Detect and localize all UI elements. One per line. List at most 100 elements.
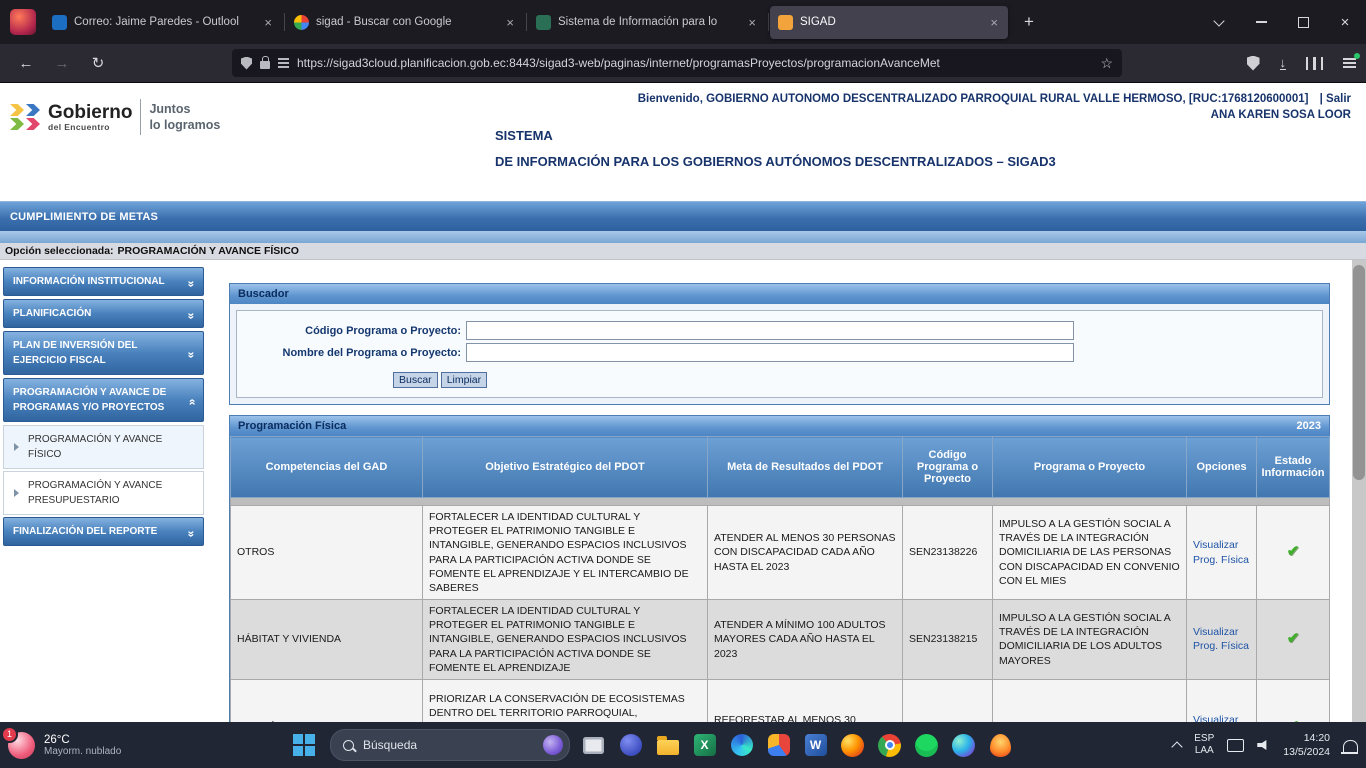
notification-badge: 1 (1, 726, 18, 743)
window-app-icon (583, 737, 604, 754)
tab-close-icon[interactable] (746, 15, 758, 30)
taskbar-app-spotify[interactable] (913, 732, 940, 759)
limpiar-button[interactable]: Limpiar (441, 372, 487, 388)
language-indicator[interactable]: ESP LAA (1194, 733, 1214, 758)
browser-toolbar: https://sigad3cloud.planificacion.gob.ec… (0, 44, 1366, 83)
taskbar-app-firefox[interactable] (839, 732, 866, 759)
sidebar-item-finalizacion-reporte[interactable]: FINALIZACIÓN DEL REPORTE (3, 517, 204, 546)
outlook-favicon (52, 15, 67, 30)
taskbar-app-word[interactable]: W (802, 732, 829, 759)
check-icon: ✔ (1287, 543, 1300, 560)
close-window-button[interactable] (1324, 0, 1366, 44)
weather-widget[interactable]: 1 26°C Mayorm. nublado (8, 722, 121, 768)
taskbar-app-colorful[interactable] (950, 732, 977, 759)
triangle-bullet-icon (14, 489, 19, 497)
welcome-block: Bienvenido, GOBIERNO AUTONOMO DESCENTRAL… (638, 93, 1351, 121)
taskbar-app-red[interactable] (765, 732, 792, 759)
chevron-down-icon (1213, 15, 1224, 26)
bookmark-star-icon[interactable] (1100, 55, 1113, 72)
forward-button[interactable] (48, 49, 76, 77)
notifications-bell-icon[interactable] (1343, 740, 1358, 753)
new-tab-button[interactable] (1015, 8, 1043, 36)
cell-programa: VALLE HERMOSO VERDE Y LIMPIO (993, 679, 1187, 722)
clock[interactable]: 14:20 13/5/2024 (1283, 731, 1330, 759)
browser-tab-google[interactable]: sigad - Buscar con Google (286, 6, 524, 39)
cell-opciones: Visualizar Prog. Física (1187, 506, 1257, 600)
privacy-extension-icon[interactable] (1247, 56, 1260, 71)
cell-estado: ✔ (1257, 600, 1330, 680)
page-scrollbar[interactable] (1352, 260, 1366, 722)
reload-button[interactable] (84, 49, 112, 77)
sidebar-item-planificacion[interactable]: PLANIFICACIÓN (3, 299, 204, 328)
sidebar-subitem-avance-fisico[interactable]: PROGRAMACIÓN Y AVANCE FÍSICO (3, 425, 204, 469)
google-favicon (294, 15, 309, 30)
table-spacer-row (231, 498, 1330, 506)
taskbar-center: Búsqueda X W (288, 722, 1014, 768)
url-bar[interactable]: https://sigad3cloud.planificacion.gob.ec… (232, 49, 1122, 77)
lock-icon[interactable] (260, 61, 270, 69)
start-button[interactable] (288, 729, 320, 761)
logout-link[interactable]: | Salir (1320, 93, 1351, 105)
list-all-tabs-button[interactable] (1198, 0, 1240, 44)
taskbar-search[interactable]: Búsqueda (330, 729, 570, 761)
taskbar-app-edge[interactable] (728, 732, 755, 759)
speaker-icon[interactable] (1257, 739, 1270, 751)
buscador-panel: Buscador Código Programa o Proyecto: Nom… (229, 283, 1330, 405)
sidebar-item-plan-inversion[interactable]: PLAN DE INVERSIÓN DEL EJERCICIO FISCAL (3, 331, 204, 375)
display-icon[interactable] (1227, 739, 1244, 752)
firefox-icon (841, 734, 864, 757)
tab-close-icon[interactable] (504, 15, 516, 30)
breadcrumb-value: PROGRAMACIÓN Y AVANCE FÍSICO (118, 245, 299, 257)
cell-programa: IMPULSO A LA GESTIÓN SOCIAL A TRAVÉS DE … (993, 506, 1187, 600)
buscar-button[interactable]: Buscar (393, 372, 438, 388)
tab-close-icon[interactable] (262, 15, 274, 30)
col-codigo: Código Programa o Proyecto (903, 437, 993, 498)
tray-chevron-up-icon[interactable] (1172, 741, 1183, 752)
toolbar-right-icons (1247, 44, 1357, 82)
buscador-title: Buscador (238, 288, 289, 300)
nombre-input[interactable] (466, 343, 1074, 362)
system-title-line1: SISTEMA (495, 123, 1056, 149)
tab-separator (526, 13, 527, 31)
minimize-icon (1256, 21, 1267, 23)
logo-subtitle: del Encuentro (48, 123, 132, 132)
sidebar-subitem-avance-presupuestario[interactable]: PROGRAMACIÓN Y AVANCE PRESUPUESTARIO (3, 471, 204, 515)
tab-close-icon[interactable] (988, 15, 1000, 30)
browser-tab-outlook[interactable]: Correo: Jaime Paredes - Outlool (44, 6, 282, 39)
tab-title: SIGAD (800, 16, 981, 28)
back-button[interactable] (12, 49, 40, 77)
tracking-protection-shield-icon[interactable] (241, 57, 252, 70)
firefox-view-icon[interactable] (10, 9, 36, 35)
downloads-icon[interactable] (1280, 57, 1287, 70)
taskbar-app-orange[interactable] (987, 732, 1014, 759)
scrollbar-thumb[interactable] (1353, 265, 1365, 480)
taskbar-app-chrome[interactable] (876, 732, 903, 759)
permissions-icon[interactable] (278, 58, 289, 68)
sidebar-item-informacion-institucional[interactable]: INFORMACIÓN INSTITUCIONAL (3, 267, 204, 296)
taskbar-app-excel[interactable]: X (691, 732, 718, 759)
weather-temp: 26°C (44, 734, 121, 746)
cell-competencia: HÁBITAT Y VIVIENDA (231, 600, 423, 680)
codigo-label: Código Programa o Proyecto: (241, 325, 466, 337)
app-menu-icon[interactable] (1343, 58, 1356, 68)
visualizar-link[interactable]: Visualizar Prog. Física (1193, 626, 1249, 652)
visualizar-link[interactable]: Visualizar Prog. Física (1193, 539, 1249, 565)
minimize-button[interactable] (1240, 0, 1282, 44)
maximize-button[interactable] (1282, 0, 1324, 44)
web-page: Gobierno del Encuentro Juntos lo logramo… (0, 83, 1366, 722)
buscador-fields: Código Programa o Proyecto: Nombre del P… (236, 310, 1323, 398)
library-icon[interactable] (1306, 57, 1323, 70)
menu-item-cumplimiento[interactable]: CUMPLIMIENTO DE METAS (0, 211, 158, 223)
taskbar-app-file-explorer[interactable] (654, 732, 681, 759)
browser-tab-sistema[interactable]: Sistema de Información para lo (528, 6, 766, 39)
visualizar-link[interactable]: Visualizar Prog. Física (1193, 714, 1249, 722)
browser-tab-sigad-active[interactable]: SIGAD (770, 6, 1008, 39)
tab-title: sigad - Buscar con Google (316, 16, 497, 28)
codigo-input[interactable] (466, 321, 1074, 340)
sidebar-item-programacion-avance[interactable]: PROGRAMACIÓN Y AVANCE DE PROGRAMAS Y/O P… (3, 378, 204, 422)
chevron-double-down-icon (186, 525, 199, 538)
col-estado: Estado Información (1257, 437, 1330, 498)
taskbar-app-window[interactable] (580, 732, 607, 759)
nombre-label: Nombre del Programa o Proyecto: (241, 347, 466, 359)
taskbar-app-blue[interactable] (617, 732, 644, 759)
